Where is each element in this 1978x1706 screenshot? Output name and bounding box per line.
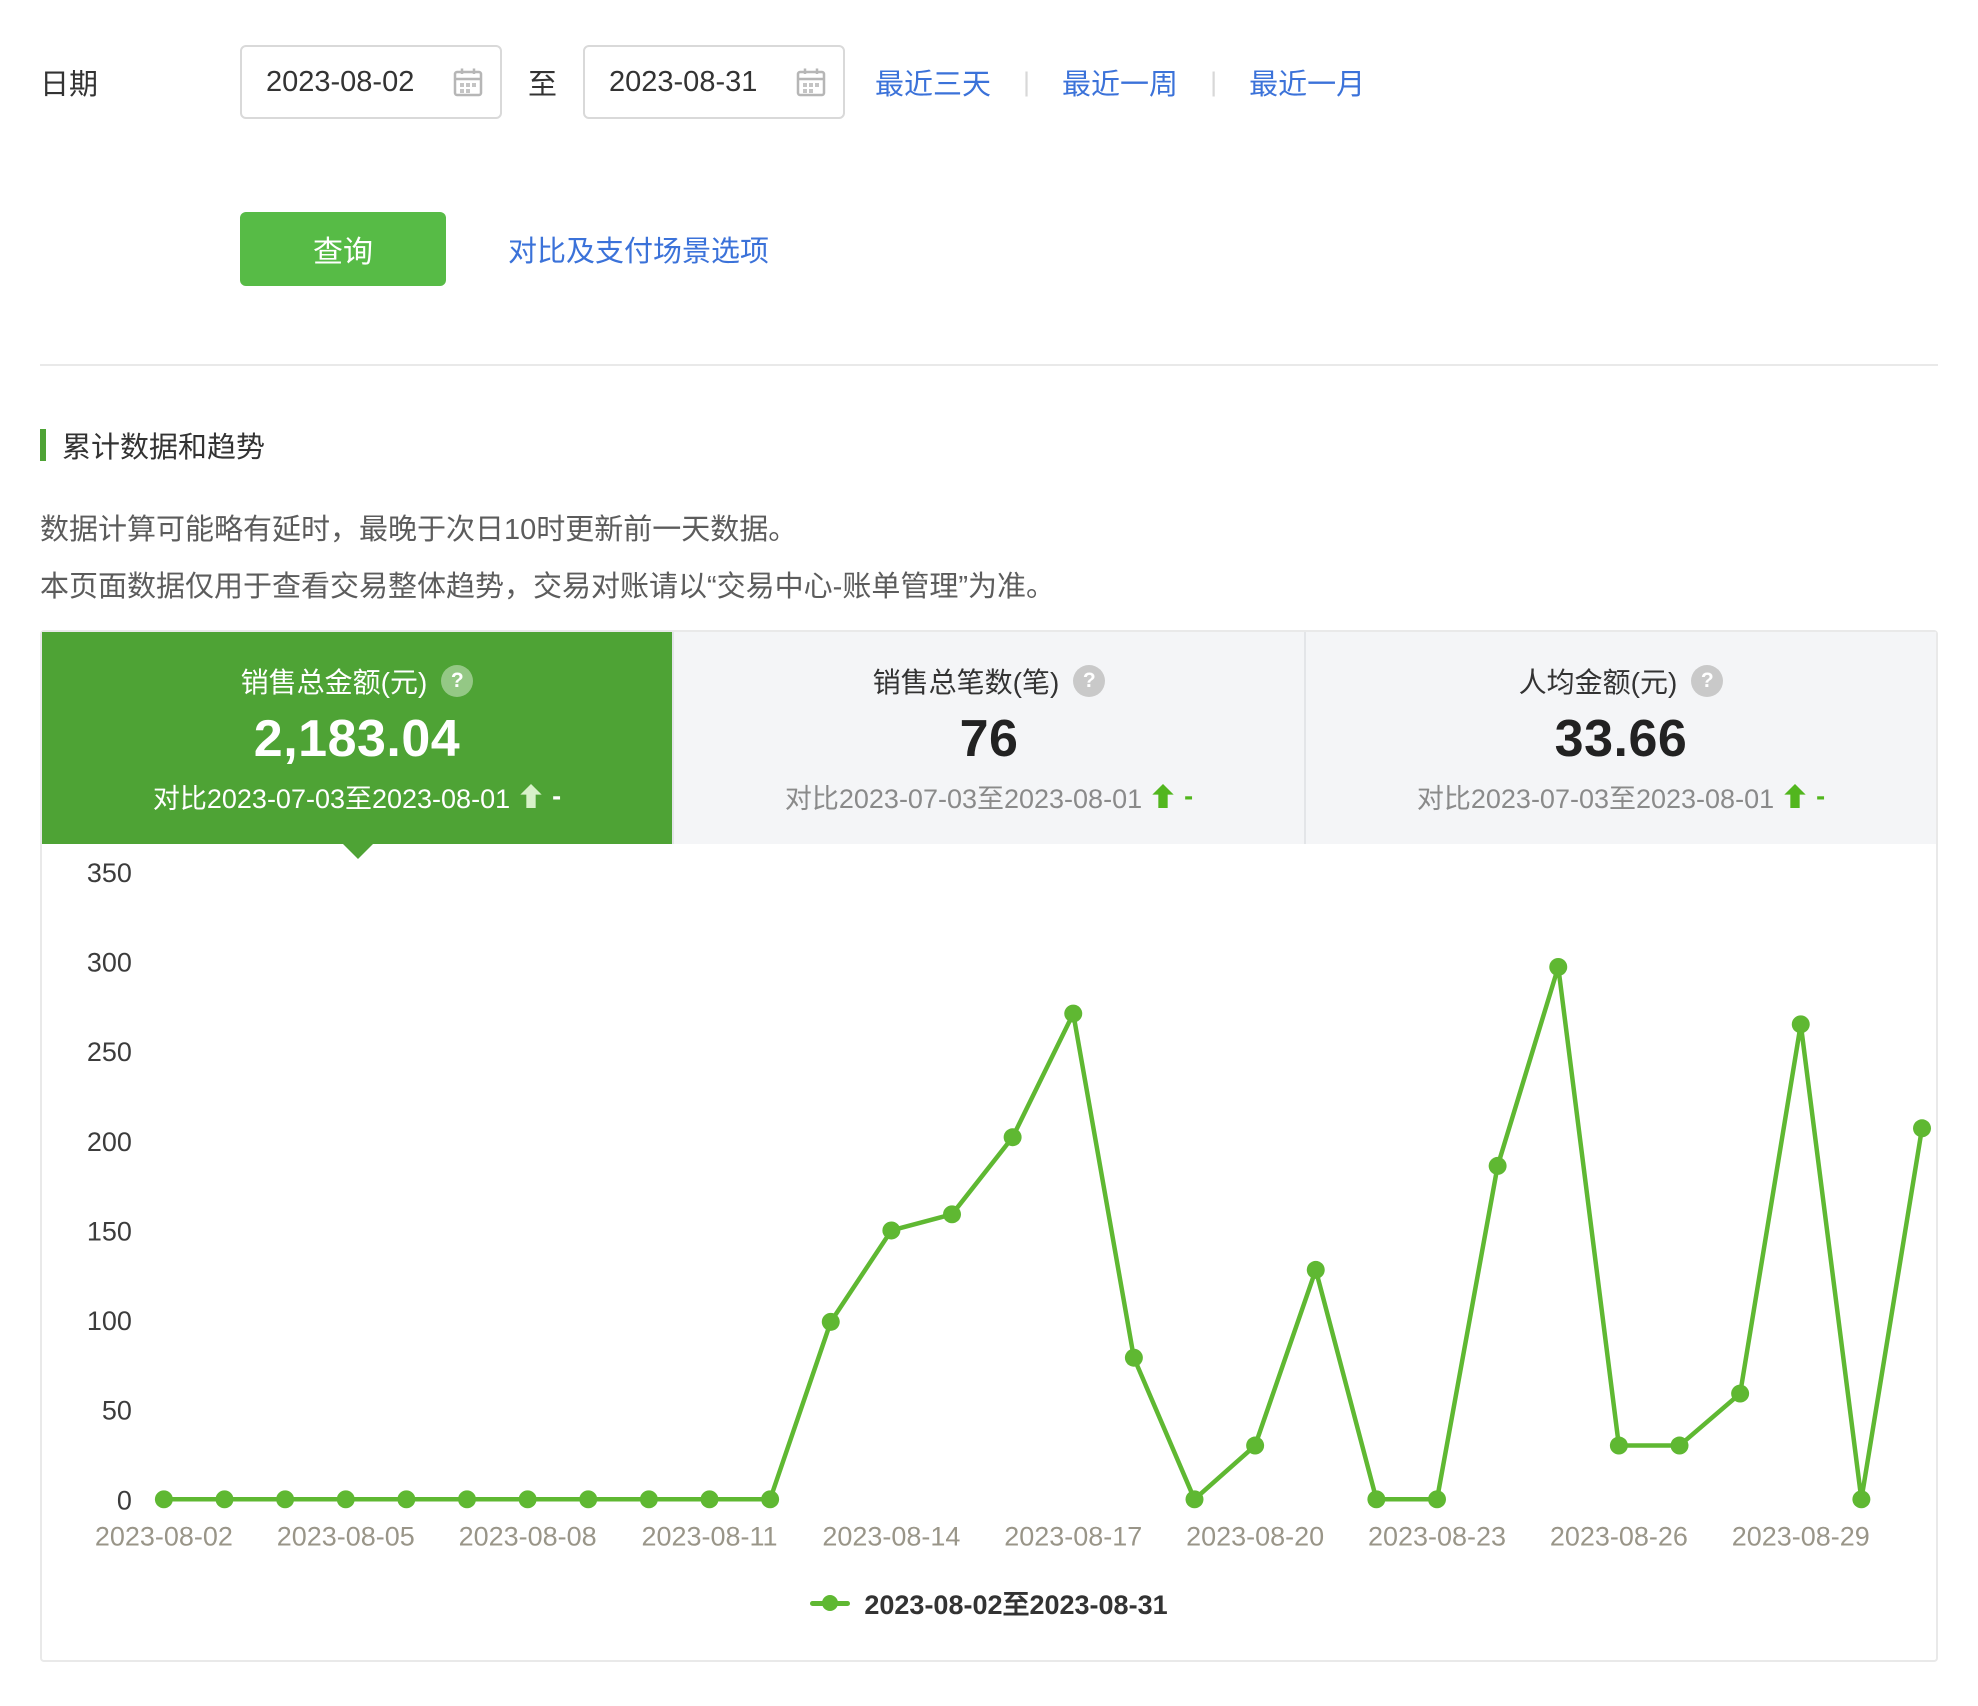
section-divider: [40, 364, 1938, 366]
action-row: 查询 对比及支付场景选项: [40, 212, 1938, 286]
svg-text:2023-08-26: 2023-08-26: [1550, 1521, 1688, 1551]
stat-title-row: 销售总金额(元) ?: [241, 661, 474, 701]
end-date-input[interactable]: 2023-08-31: [583, 45, 846, 119]
legend-marker-icon: [810, 1594, 851, 1612]
calendar-icon[interactable]: [795, 66, 827, 98]
trend-up-icon: [1784, 784, 1806, 808]
note-line-1: 数据计算可能略有延时，最晚于次日10时更新前一天数据。: [40, 514, 798, 546]
svg-text:200: 200: [87, 1127, 132, 1157]
stat-delta-value: -: [1184, 780, 1194, 811]
svg-text:2023-08-02: 2023-08-02: [95, 1521, 233, 1551]
svg-text:2023-08-29: 2023-08-29: [1732, 1521, 1870, 1551]
svg-text:0: 0: [117, 1485, 132, 1515]
calendar-icon[interactable]: [452, 66, 484, 98]
svg-text:2023-08-20: 2023-08-20: [1186, 1521, 1324, 1551]
compare-options-link[interactable]: 对比及支付场景选项: [508, 228, 769, 270]
section-title: 累计数据和趋势: [62, 432, 266, 464]
section-accent-bar: [40, 429, 46, 461]
trend-chart-area: 0 50 100 150 200 250 300 350 2023-08-02 2023-08-0…: [42, 844, 1936, 1622]
stat-compare-row: 对比2023-07-03至2023-08-01 -: [1417, 777, 1825, 816]
end-date-value: 2023-08-31: [609, 65, 758, 98]
start-date-value: 2023-08-02: [266, 65, 415, 98]
stat-delta-value: -: [552, 780, 562, 811]
svg-text:2023-08-11: 2023-08-11: [642, 1521, 778, 1551]
quick-range-last-month[interactable]: 最近一月: [1249, 61, 1365, 103]
svg-text:350: 350: [87, 858, 132, 888]
quick-range-last-week[interactable]: 最近一周: [1062, 61, 1178, 103]
sales-trend-page: 日期 2023-08-02 至 2023-08-31 最近三天 | 最近一周 |…: [0, 44, 1978, 1706]
stat-delta-value: -: [1816, 780, 1826, 811]
start-date-input[interactable]: 2023-08-02: [240, 45, 502, 119]
svg-text:2023-08-17: 2023-08-17: [1004, 1521, 1142, 1551]
date-filter-row: 日期 2023-08-02 至 2023-08-31 最近三天 | 最近一周 |…: [40, 44, 1938, 120]
stat-cards: 销售总金额(元) ? 2,183.04 对比2023-07-03至2023-08…: [42, 632, 1936, 844]
stat-value: 76: [959, 709, 1019, 768]
quick-range-last-3-days[interactable]: 最近三天: [875, 61, 991, 103]
svg-text:250: 250: [87, 1037, 132, 1067]
link-separator: |: [1210, 66, 1218, 97]
svg-text:100: 100: [87, 1306, 132, 1336]
query-button[interactable]: 查询: [240, 212, 446, 286]
trend-panel: 销售总金额(元) ? 2,183.04 对比2023-07-03至2023-08…: [40, 630, 1938, 1662]
stat-title: 销售总金额(元): [240, 666, 428, 698]
stat-title-row: 销售总笔数(笔) ?: [873, 661, 1106, 701]
trend-up-icon: [520, 784, 542, 808]
svg-text:50: 50: [102, 1396, 132, 1426]
notes: 数据计算可能略有延时，最晚于次日10时更新前一天数据。 本页面数据仅用于查看交易…: [40, 502, 1938, 616]
stat-compare-row: 对比2023-07-03至2023-08-01 -: [785, 777, 1193, 816]
stat-title-row: 人均金额(元) ?: [1519, 661, 1724, 701]
stat-card-total-count[interactable]: 销售总笔数(笔) ? 76 对比2023-07-03至2023-08-01 -: [672, 632, 1304, 844]
stat-compare-label: 对比2023-07-03至2023-08-01: [1416, 783, 1775, 814]
legend-label: 2023-08-02至2023-08-31: [864, 1590, 1168, 1621]
svg-text:2023-08-05: 2023-08-05: [277, 1521, 415, 1551]
legend-item[interactable]: 2023-08-02至2023-08-31: [42, 1583, 1936, 1622]
trend-up-icon: [1152, 784, 1174, 808]
stat-compare-row: 对比2023-07-03至2023-08-01 -: [153, 777, 561, 816]
link-separator: |: [1023, 66, 1031, 97]
svg-text:150: 150: [87, 1216, 132, 1246]
date-label: 日期: [40, 69, 99, 101]
stat-compare-label: 对比2023-07-03至2023-08-01: [152, 783, 511, 814]
quick-range-links: 最近三天 | 最近一周 | 最近一月: [875, 61, 1365, 103]
date-range-to-label: 至: [528, 69, 558, 101]
trend-line-chart[interactable]: 0 50 100 150 200 250 300 350 2023-08-02 2023-08-0…: [42, 848, 1936, 1581]
stat-card-total-amount[interactable]: 销售总金额(元) ? 2,183.04 对比2023-07-03至2023-08…: [42, 632, 672, 844]
section-header: 累计数据和趋势: [40, 424, 1938, 466]
help-icon[interactable]: ?: [441, 664, 474, 697]
stat-card-avg-amount[interactable]: 人均金额(元) ? 33.66 对比2023-07-03至2023-08-01 …: [1304, 632, 1936, 844]
svg-text:300: 300: [87, 948, 132, 978]
stat-compare-label: 对比2023-07-03至2023-08-01: [784, 783, 1143, 814]
stat-title: 人均金额(元): [1518, 666, 1678, 698]
help-icon[interactable]: ?: [1691, 664, 1724, 697]
svg-text:2023-08-08: 2023-08-08: [459, 1521, 597, 1551]
stat-value: 2,183.04: [253, 709, 461, 768]
svg-text:2023-08-14: 2023-08-14: [822, 1521, 960, 1551]
stat-title: 销售总笔数(笔): [872, 666, 1060, 698]
stat-value: 33.66: [1554, 709, 1688, 768]
active-card-caret: [342, 844, 373, 859]
svg-text:2023-08-23: 2023-08-23: [1368, 1521, 1506, 1551]
help-icon[interactable]: ?: [1073, 664, 1106, 697]
note-line-2: 本页面数据仅用于查看交易整体趋势，交易对账请以“交易中心-账单管理”为准。: [40, 571, 1055, 603]
